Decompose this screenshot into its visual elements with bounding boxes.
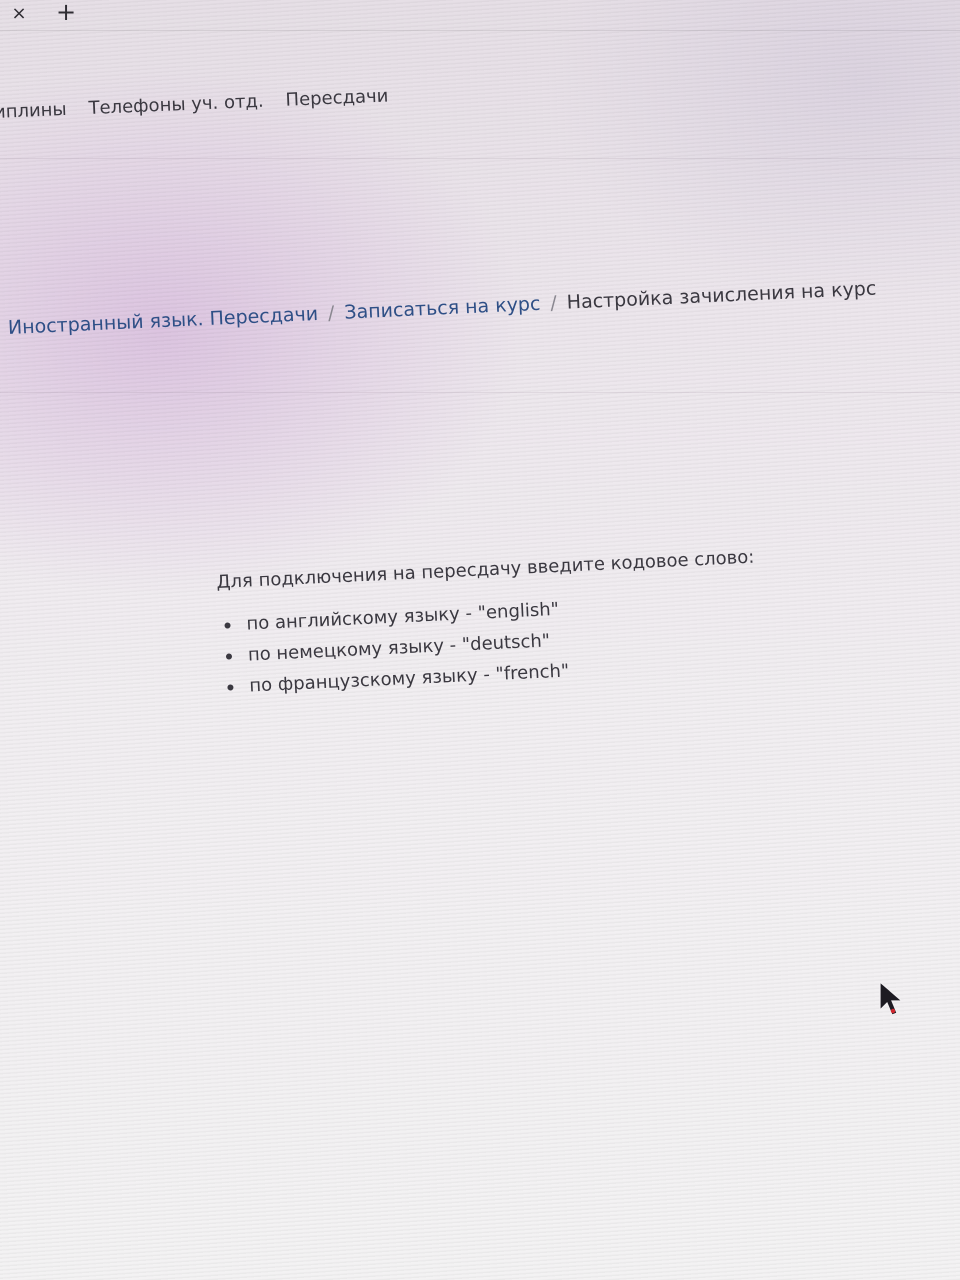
breadcrumb: Иностранный язык. Пересдачи / Записаться… — [7, 269, 908, 346]
intro-text: Для подключения на пересдачу введите код… — [216, 546, 755, 593]
breadcrumb-divider — [0, 392, 960, 393]
code-word-list: по английскому языку - "english" по неме… — [218, 586, 841, 699]
breadcrumb-enrol[interactable]: Записаться на курс — [344, 293, 541, 324]
new-tab-icon[interactable]: + — [54, 0, 78, 26]
top-navigation: иплины Телефоны уч. отд. Пересдачи — [0, 66, 614, 132]
breadcrumb-separator: / — [549, 292, 558, 315]
bullet-icon — [224, 622, 231, 629]
list-item-text: по английскому языку - "english" — [245, 598, 560, 635]
nav-item-phones[interactable]: Телефоны уч. отд. — [88, 90, 264, 118]
bullet-icon — [225, 653, 233, 660]
list-item-text: по французскому языку - "french" — [248, 660, 570, 697]
close-tab-icon[interactable]: × — [8, 2, 30, 26]
breadcrumb-course[interactable]: Иностранный язык. Пересдачи — [8, 303, 319, 339]
nav-divider — [0, 158, 960, 159]
list-item-text: по немецкому языку - "deutsch" — [247, 630, 551, 666]
enrolment-instructions: Для подключения на пересдачу введите код… — [216, 543, 843, 732]
nav-item-retakes[interactable]: Пересдачи — [285, 85, 389, 110]
mouse-pointer-icon — [879, 980, 904, 1016]
breadcrumb-separator: / — [327, 302, 335, 325]
bullet-icon — [227, 684, 234, 691]
breadcrumb-current: Настройка зачисления на курс — [566, 277, 877, 314]
nav-item-disciplines[interactable]: иплины — [0, 98, 67, 122]
browser-tab-bar: × + — [0, 0, 960, 31]
